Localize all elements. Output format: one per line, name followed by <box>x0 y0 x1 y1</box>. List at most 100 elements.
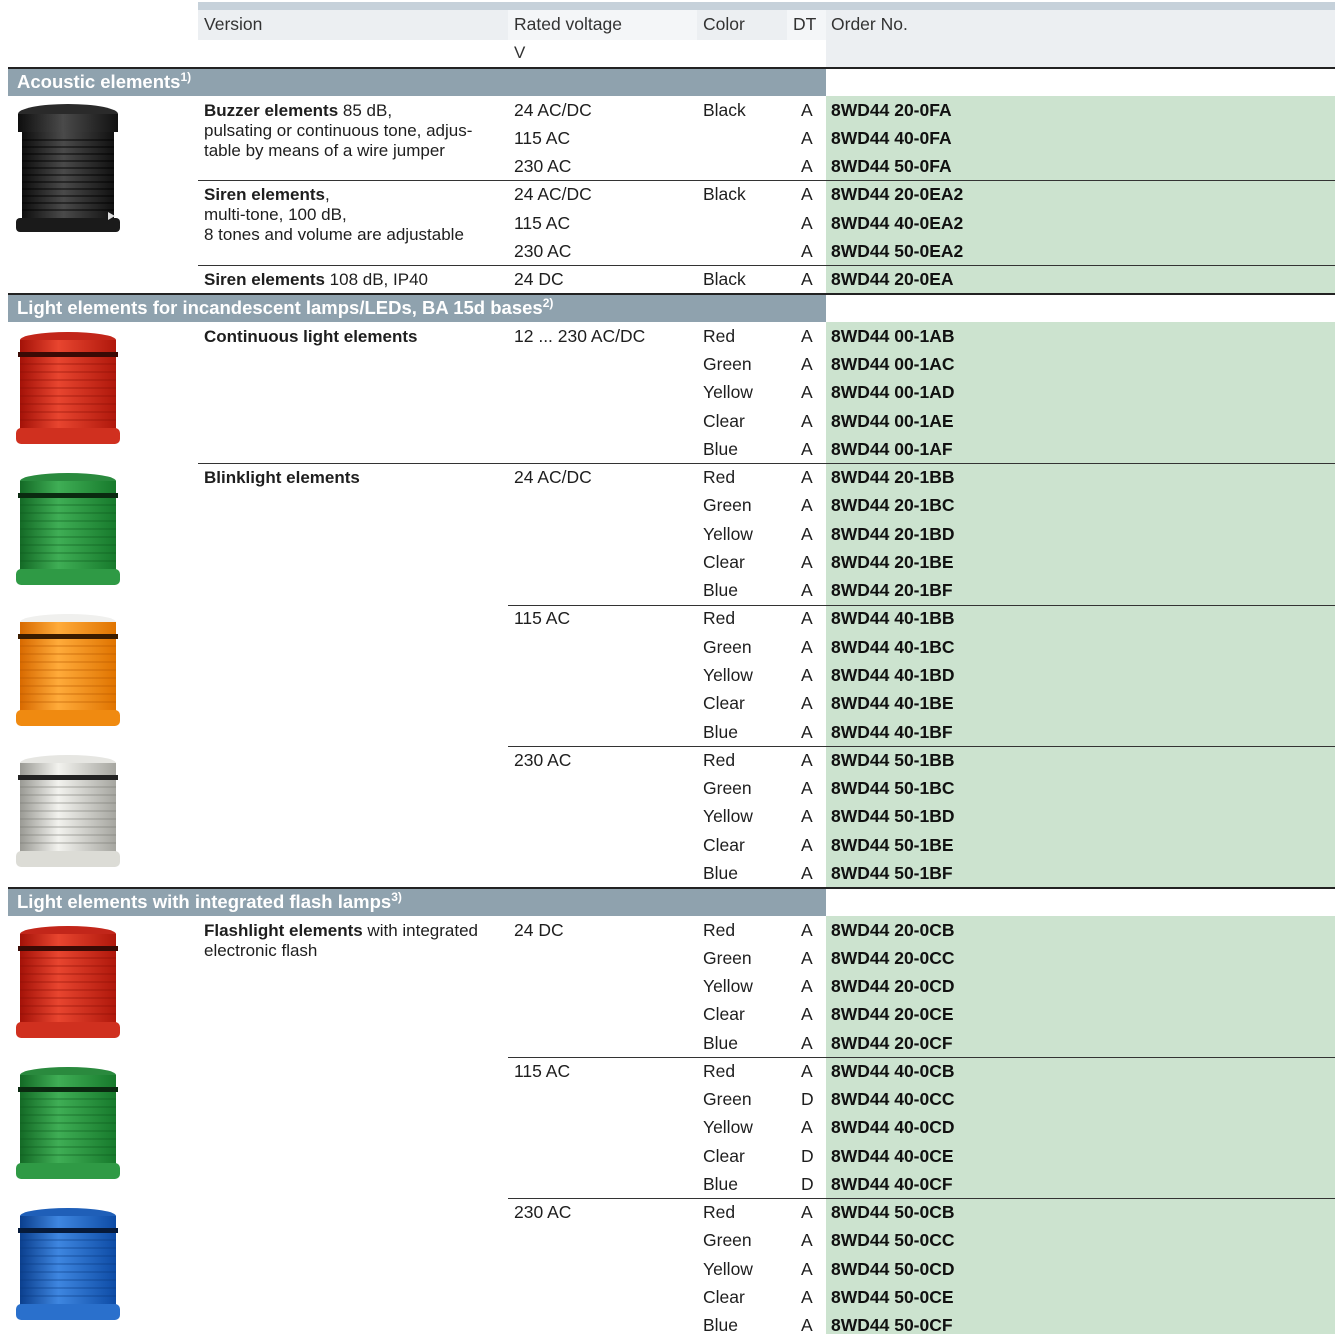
order-number-cell: 8WD44 50-1BE <box>831 835 954 855</box>
color-cell: Yellow <box>703 1259 753 1279</box>
order-number-cell: 8WD44 50-1BC <box>831 778 955 798</box>
dt-cell: A <box>801 835 813 855</box>
color-cell: Black <box>703 269 746 289</box>
order-number-cell: 8WD44 00-1AE <box>831 411 954 431</box>
color-cell: Red <box>703 467 736 487</box>
red-flash-element-image <box>16 926 120 1038</box>
continuous-light-description: Continuous light elements <box>204 327 418 346</box>
color-cell: Black <box>703 100 746 120</box>
color-cell: Blue <box>703 1174 739 1194</box>
dt-cell: A <box>801 1033 813 1053</box>
color-cell: Clear <box>703 411 745 431</box>
color-cell: Black <box>703 184 746 204</box>
dt-cell: A <box>801 1259 813 1279</box>
order-number-cell: 8WD44 40-0CF <box>831 1174 953 1194</box>
color-cell: Red <box>703 326 736 346</box>
dt-column-header: DT <box>793 14 817 34</box>
siren-108-description: Siren elements 108 dB, IP40 <box>204 270 428 289</box>
dt-cell: A <box>801 1004 813 1024</box>
color-cell: Red <box>703 1202 736 1222</box>
dt-cell: A <box>801 184 813 204</box>
buzzer-description: Buzzer elements 85 dB, pulsating or cont… <box>204 101 473 160</box>
version-column-header: Version <box>204 14 263 34</box>
dt-cell: A <box>801 269 813 289</box>
color-cell: Blue <box>703 580 739 600</box>
rated-voltage-cell: 230 AC <box>514 750 572 770</box>
order-number-cell: 8WD44 50-0CF <box>831 1315 953 1335</box>
order-number-cell: 8WD44 40-1BC <box>831 637 955 657</box>
order-number-cell: 8WD44 50-1BF <box>831 863 953 883</box>
rated-voltage-cell: 12 ... 230 AC/DC <box>514 326 646 346</box>
dt-cell: A <box>801 1061 813 1081</box>
order-number-cell: 8WD44 20-0CB <box>831 920 955 940</box>
color-cell: Green <box>703 495 752 515</box>
order-number-cell: 8WD44 50-0EA2 <box>831 241 964 261</box>
green-flash-element-image <box>16 1067 120 1179</box>
color-cell: Clear <box>703 1004 745 1024</box>
order-number-cell: 8WD44 40-0CB <box>831 1061 955 1081</box>
group-rule <box>508 1198 1335 1199</box>
color-cell: Green <box>703 948 752 968</box>
color-cell: Green <box>703 354 752 374</box>
table-header-bar <box>198 2 1335 10</box>
order-number-cell: 8WD44 50-1BB <box>831 750 955 770</box>
color-cell: Clear <box>703 835 745 855</box>
color-cell: Green <box>703 1230 752 1250</box>
blinklight-description: Blinklight elements <box>204 468 360 487</box>
group-rule <box>508 1057 1335 1058</box>
dt-cell: A <box>801 382 813 402</box>
group-rule <box>198 463 1335 464</box>
buzzer-element-image <box>16 104 120 232</box>
dt-cell: A <box>801 1287 813 1307</box>
color-cell: Blue <box>703 1315 739 1335</box>
dt-cell: A <box>801 750 813 770</box>
color-cell: Yellow <box>703 806 753 826</box>
dt-cell: A <box>801 665 813 685</box>
red-light-element-image <box>16 332 120 444</box>
rated-voltage-cell: 230 AC <box>514 241 572 261</box>
order-number-cell: 8WD44 40-0CE <box>831 1146 954 1166</box>
section-title-incandescent: Light elements for incandescent lamps/LE… <box>17 296 554 319</box>
group-rule <box>508 746 1335 747</box>
rated-voltage-cell: 24 AC/DC <box>514 100 592 120</box>
rated-voltage-column-header: Rated voltage <box>514 14 622 34</box>
color-cell: Green <box>703 778 752 798</box>
order-number-cell: 8WD44 20-0CD <box>831 976 955 996</box>
color-cell: Yellow <box>703 524 753 544</box>
color-column-header: Color <box>703 14 745 34</box>
dt-cell: A <box>801 1315 813 1335</box>
order-number-cell: 8WD44 40-0CC <box>831 1089 955 1109</box>
dt-cell: A <box>801 722 813 742</box>
dt-cell: A <box>801 580 813 600</box>
order-number-cell: 8WD44 20-1BB <box>831 467 955 487</box>
color-cell: Red <box>703 1061 736 1081</box>
order-number-cell: 8WD44 50-0CC <box>831 1230 955 1250</box>
rated-voltage-cell: 24 DC <box>514 920 564 940</box>
order-number-cell: 8WD44 40-1BE <box>831 693 954 713</box>
clear-light-element-image <box>16 755 120 867</box>
dt-cell: A <box>801 920 813 940</box>
order-number-cell: 8WD44 50-1BD <box>831 806 955 826</box>
order-number-cell: 8WD44 00-1AB <box>831 326 955 346</box>
dt-cell: A <box>801 467 813 487</box>
dt-cell: A <box>801 128 813 148</box>
color-cell: Clear <box>703 1287 745 1307</box>
color-cell: Red <box>703 920 736 940</box>
dt-cell: A <box>801 637 813 657</box>
color-cell: Clear <box>703 552 745 572</box>
dt-cell: D <box>801 1146 814 1166</box>
green-light-element-image <box>16 473 120 585</box>
dt-cell: A <box>801 411 813 431</box>
color-cell: Clear <box>703 693 745 713</box>
dt-cell: A <box>801 976 813 996</box>
order-number-cell: 8WD44 20-0EA <box>831 269 954 289</box>
group-rule <box>198 265 1335 266</box>
order-number-cell: 8WD44 20-0FA <box>831 100 952 120</box>
order-number-cell: 8WD44 00-1AF <box>831 439 953 459</box>
rated-voltage-cell: 24 DC <box>514 269 564 289</box>
dt-cell: A <box>801 524 813 544</box>
dt-cell: A <box>801 552 813 572</box>
order-number-cell: 8WD44 20-1BD <box>831 524 955 544</box>
rated-voltage-cell: 230 AC <box>514 156 572 176</box>
dt-cell: A <box>801 213 813 233</box>
